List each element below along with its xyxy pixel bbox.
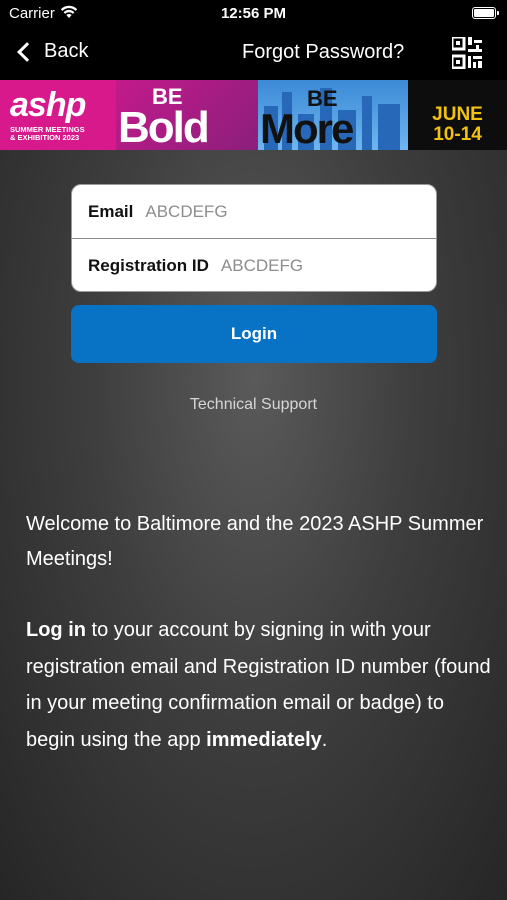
registration-label: Registration ID	[88, 255, 209, 275]
banner-more-text: More	[260, 105, 354, 150]
login-form: Email Registration ID	[71, 184, 437, 292]
event-banner: ashp SUMMER MEETINGS & EXHIBITION 2023 B…	[0, 80, 507, 150]
login-button[interactable]: Login	[71, 305, 437, 363]
email-row: Email	[72, 185, 436, 239]
banner-subtitle: SUMMER MEETINGS & EXHIBITION 2023	[10, 126, 114, 142]
ashp-logo: ashp	[10, 86, 86, 124]
status-bar: Carrier 12:56 PM	[0, 0, 507, 30]
clock: 12:56 PM	[220, 5, 287, 22]
registration-id-field[interactable]	[220, 255, 421, 276]
chevron-left-icon	[17, 41, 37, 62]
banner-date: JUNE 10-14	[408, 105, 507, 145]
login-instructions-bold-2: immediately	[206, 728, 322, 751]
banner-bold-text: Bold	[118, 103, 210, 150]
login-instructions: Log in to your account by signing in wit…	[26, 612, 491, 758]
back-label: Back	[44, 40, 89, 62]
login-instructions-text-2: .	[321, 728, 328, 751]
qr-code-icon[interactable]	[452, 37, 482, 69]
forgot-password-link[interactable]: Forgot Password?	[242, 41, 404, 64]
navigation-bar: Back Forgot Password?	[0, 30, 507, 80]
registration-row: Registration ID	[72, 239, 436, 291]
banner-subtitle-line2: & EXHIBITION 2023	[10, 133, 80, 142]
welcome-text: Welcome to Baltimore and the 2023 ASHP S…	[26, 513, 484, 570]
back-button[interactable]: Back	[14, 40, 88, 63]
banner-date-days: 10-14	[433, 124, 482, 145]
banner-date-month: JUNE	[432, 104, 483, 125]
email-field[interactable]	[145, 201, 346, 222]
email-label: Email	[88, 201, 134, 221]
battery-icon	[472, 7, 499, 19]
technical-support-link[interactable]: Technical Support	[0, 396, 507, 414]
login-instructions-bold-1: Log in	[26, 619, 86, 641]
